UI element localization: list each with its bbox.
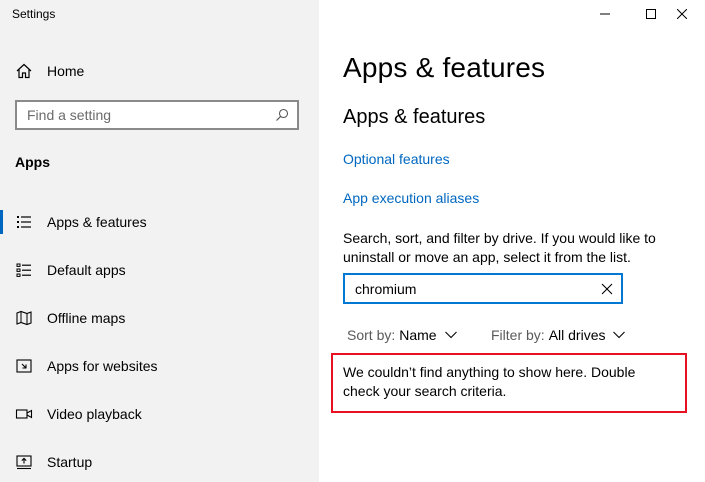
chevron-down-icon — [613, 331, 626, 339]
optional-features-link[interactable]: Optional features — [343, 151, 450, 167]
sidebar-item-startup[interactable]: Startup — [0, 444, 319, 480]
close-button[interactable] — [659, 0, 705, 28]
app-execution-aliases-link[interactable]: App execution aliases — [343, 190, 479, 206]
sidebar-item-video-playback[interactable]: Video playback — [0, 396, 319, 432]
settings-search[interactable] — [15, 100, 299, 130]
default-apps-icon — [16, 263, 31, 277]
minimize-icon — [600, 13, 610, 15]
sidebar-item-apps-websites[interactable]: Apps for websites — [0, 348, 319, 384]
sort-dropdown[interactable]: Sort by: Name — [347, 327, 457, 343]
settings-search-input[interactable] — [27, 107, 257, 123]
sidebar-item-label: Apps & features — [47, 214, 147, 230]
sidebar-item-label: Offline maps — [47, 310, 126, 326]
video-playback-icon — [15, 409, 33, 419]
sort-label: Sort by: — [347, 327, 396, 343]
empty-results-message: We couldn’t find anything to show here. … — [331, 353, 687, 413]
selected-indicator — [0, 210, 3, 234]
apps-websites-icon — [16, 359, 32, 373]
app-search-input[interactable] — [355, 280, 575, 297]
app-search-box[interactable] — [343, 273, 623, 304]
home-label: Home — [47, 63, 85, 79]
sidebar-item-default-apps[interactable]: Default apps — [0, 252, 319, 288]
home-icon — [16, 63, 32, 79]
home-nav-item[interactable]: Home — [15, 60, 84, 82]
chevron-down-icon — [444, 331, 457, 339]
clear-icon[interactable] — [601, 283, 613, 295]
window-title: Settings — [12, 7, 56, 21]
sidebar-section-title: Apps — [15, 154, 50, 170]
maximize-icon — [646, 9, 656, 19]
empty-results-text: We couldn’t find anything to show here. … — [343, 364, 636, 399]
offline-maps-icon — [16, 310, 32, 326]
startup-icon — [16, 455, 32, 470]
page-title: Apps & features — [343, 52, 546, 83]
minimize-button[interactable] — [582, 0, 628, 28]
sort-value: Name — [399, 327, 437, 343]
search-description: Search, sort, and filter by drive. If yo… — [343, 230, 656, 265]
sidebar-item-label: Video playback — [47, 406, 142, 422]
section-title: Apps & features — [343, 106, 486, 128]
sidebar-item-offline-maps[interactable]: Offline maps — [0, 300, 319, 336]
close-icon — [677, 9, 687, 19]
search-icon[interactable] — [275, 108, 289, 122]
sidebar-item-apps-features[interactable]: Apps & features — [0, 204, 319, 240]
filter-value: All drives — [548, 327, 606, 343]
sidebar-item-label: Startup — [47, 454, 93, 470]
filter-dropdown[interactable]: Filter by: All drives — [491, 327, 626, 343]
sidebar-item-label: Apps for websites — [47, 358, 158, 374]
apps-features-icon — [17, 216, 31, 228]
sidebar: Settings Home Apps Apps & features Defau — [0, 0, 319, 482]
filter-label: Filter by: — [491, 327, 545, 343]
sidebar-item-label: Default apps — [47, 262, 126, 278]
